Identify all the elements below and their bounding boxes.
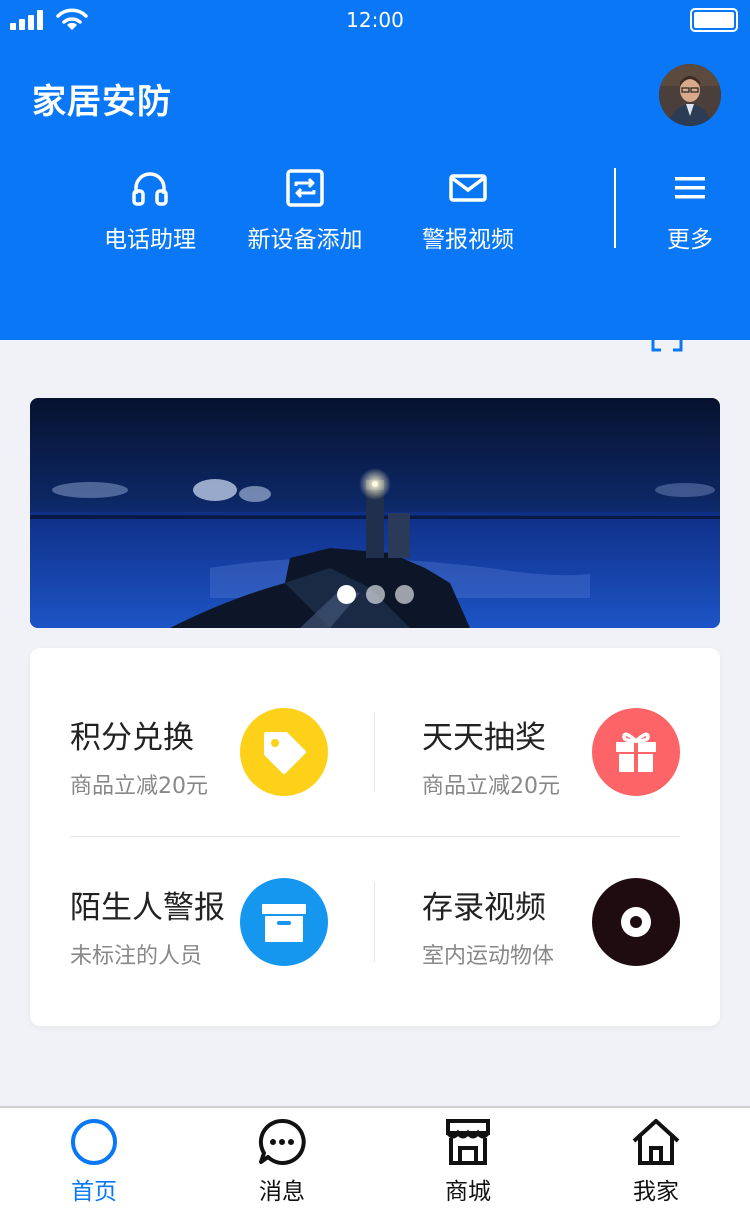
tab-my-home[interactable]: 我家 <box>596 1116 716 1206</box>
feature-points-exchange[interactable]: 积分兑换 商品立减20元 <box>70 708 370 812</box>
bottom-tab-bar: 首页 消息 商城 我家 <box>0 1106 750 1208</box>
tab-home[interactable]: 首页 <box>34 1116 154 1206</box>
feature-subtitle: 商品立减20元 <box>70 774 208 799</box>
quick-action-label: 警报视频 <box>422 227 514 253</box>
home-circle-icon <box>71 1119 117 1165</box>
tab-label: 我家 <box>633 1179 679 1205</box>
vinyl-disc-icon <box>592 878 680 966</box>
battery-icon <box>690 8 738 32</box>
status-time: 12:00 <box>346 8 404 32</box>
quick-action-phone-assistant[interactable]: 电话助理 <box>65 168 235 253</box>
tab-label: 消息 <box>259 1179 305 1205</box>
feature-separator <box>70 836 680 837</box>
carousel-dot[interactable] <box>336 585 356 604</box>
gift-icon <box>592 708 680 796</box>
feature-daily-lottery[interactable]: 天天抽奖 商品立减20元 <box>422 708 722 812</box>
quick-actions-divider <box>614 168 616 248</box>
feature-card: 积分兑换 商品立减20元 天天抽奖 商品立减20元 陌生人警报 未标注的人员 存… <box>30 648 720 1026</box>
tab-messages[interactable]: 消息 <box>222 1116 342 1206</box>
store-icon <box>446 1119 490 1165</box>
quick-action-more[interactable]: 更多 <box>630 168 750 253</box>
scan-icon[interactable] <box>651 332 683 352</box>
menu-icon <box>675 177 705 199</box>
feature-subtitle: 室内运动物体 <box>422 944 555 969</box>
carousel-dot[interactable] <box>394 585 414 604</box>
archive-box-icon <box>240 878 328 966</box>
feature-subtitle: 未标注的人员 <box>70 944 203 969</box>
status-bar: 12:00 <box>0 0 750 40</box>
carousel-dot[interactable] <box>365 585 385 604</box>
quick-action-add-device[interactable]: 新设备添加 <box>220 168 390 253</box>
quick-action-label: 新设备添加 <box>247 227 363 253</box>
quick-action-label: 电话助理 <box>104 227 196 253</box>
tab-label: 商城 <box>445 1179 491 1205</box>
feature-stranger-alert[interactable]: 陌生人警报 未标注的人员 <box>70 878 370 982</box>
feature-subtitle: 商品立减20元 <box>422 774 560 799</box>
tab-store[interactable]: 商城 <box>408 1116 528 1206</box>
house-icon <box>632 1119 680 1165</box>
feature-recorded-video[interactable]: 存录视频 室内运动物体 <box>422 878 722 982</box>
tag-icon <box>240 708 328 796</box>
quick-action-label: 更多 <box>667 227 713 253</box>
sync-icon <box>286 169 324 207</box>
chat-bubble-icon <box>258 1118 306 1165</box>
feature-title: 天天抽奖 <box>422 720 546 756</box>
mail-icon <box>449 174 487 202</box>
page-title: 家居安防 <box>32 82 172 122</box>
headset-icon <box>132 172 168 206</box>
feature-divider <box>374 712 375 792</box>
header: 12:00 家居安防 电话助理 新设备添加 警报视频 更多 <box>0 0 750 340</box>
banner-carousel[interactable] <box>30 398 720 628</box>
avatar[interactable] <box>659 64 721 126</box>
feature-title: 积分兑换 <box>70 720 194 756</box>
quick-action-alert-video[interactable]: 警报视频 <box>383 168 553 253</box>
feature-title: 陌生人警报 <box>70 890 225 926</box>
carousel-indicator <box>30 585 720 608</box>
tab-label: 首页 <box>71 1179 117 1205</box>
feature-divider <box>374 882 375 962</box>
feature-title: 存录视频 <box>422 890 546 926</box>
